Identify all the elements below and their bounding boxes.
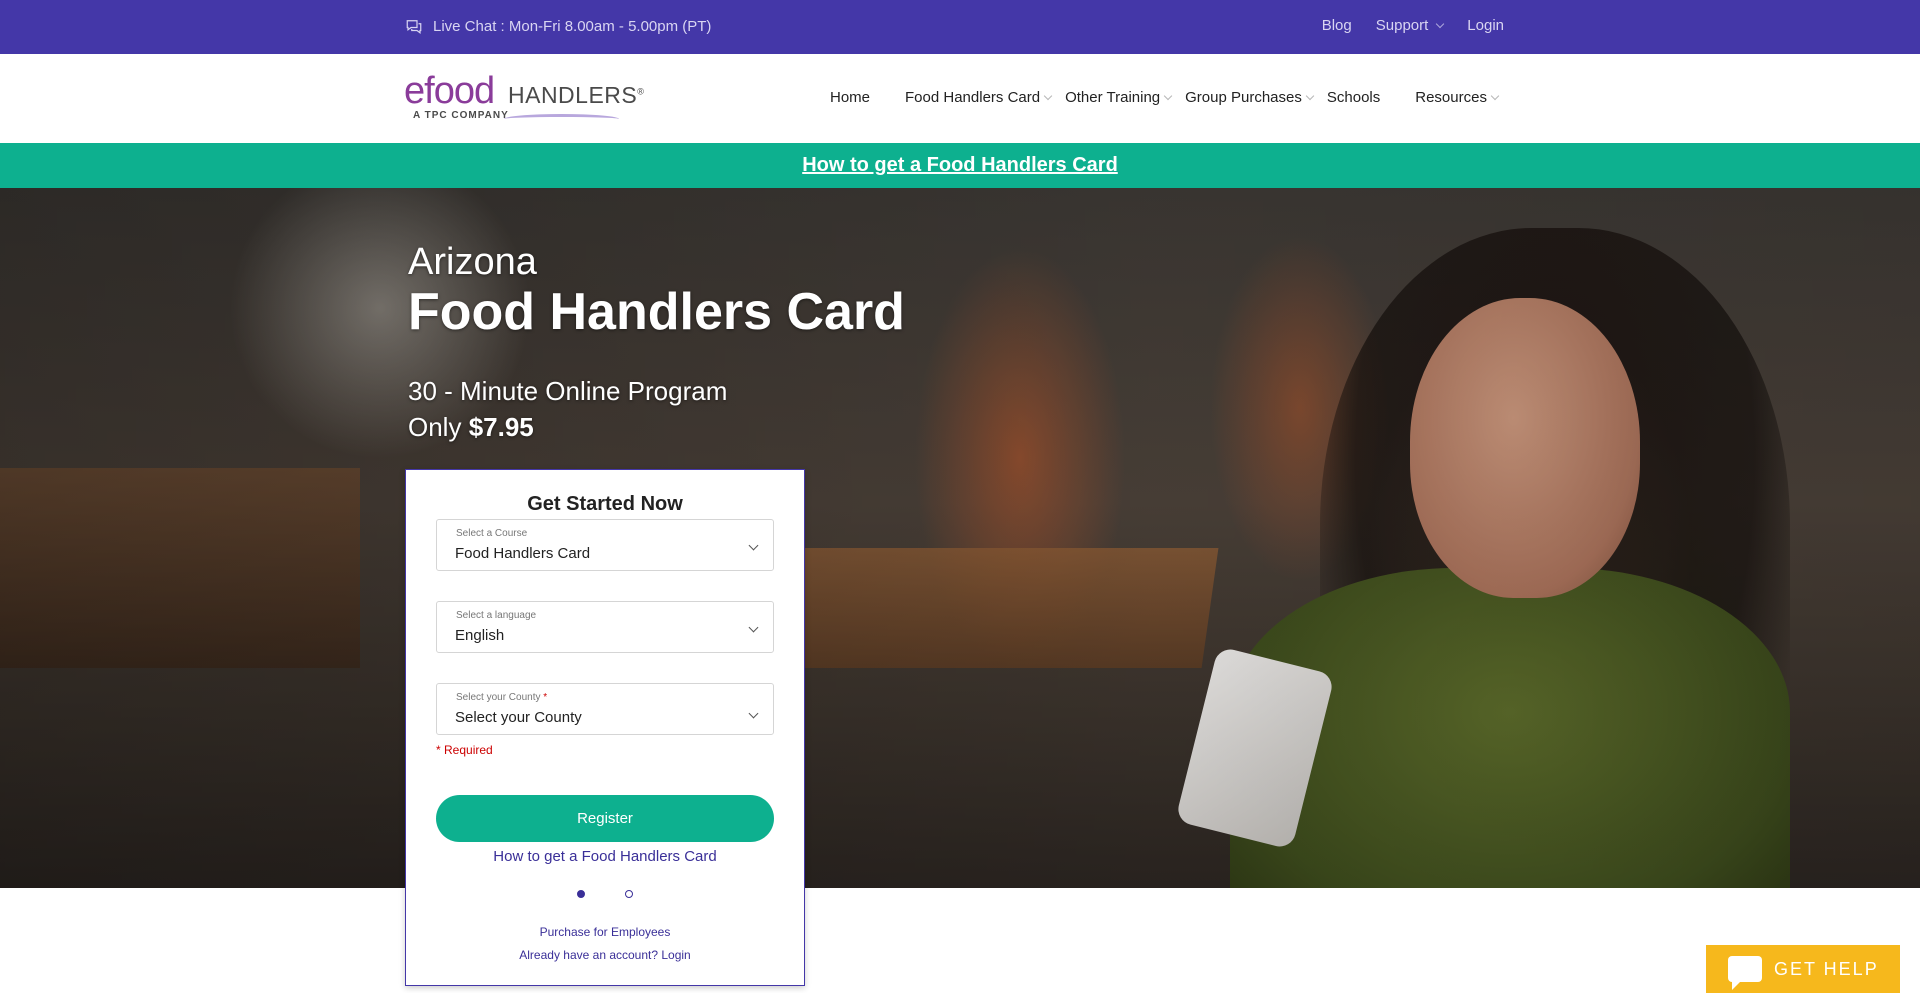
chat-icon	[406, 20, 422, 34]
slide-dot[interactable]	[625, 890, 633, 898]
nav-item-schools[interactable]: Schools	[1327, 89, 1380, 106]
login-link[interactable]: Already have an account? Login	[406, 948, 804, 962]
hero-state: Arizona	[408, 241, 537, 283]
howto-link[interactable]: How to get a Food Handlers Card	[406, 848, 804, 865]
chevron-down-icon	[748, 622, 759, 633]
logo-tagline: A TPC COMPANY	[413, 110, 509, 121]
slide-dots	[406, 890, 804, 898]
nav-item-label: Home	[830, 89, 871, 106]
nav-item-label: Schools	[1326, 89, 1381, 106]
get-help-button[interactable]: GET HELP	[1706, 945, 1900, 993]
course-select[interactable]: Select a Course Food Handlers Card	[436, 519, 774, 571]
county-label-text: Select your County	[456, 692, 541, 703]
slide-dot[interactable]	[577, 890, 585, 898]
support-link[interactable]: Support	[1375, 17, 1445, 34]
hero-text: Arizona Food Handlers Card 30 - Minute O…	[408, 240, 905, 442]
hero-price-line: Only $7.95	[408, 412, 534, 443]
banner-howto-link[interactable]: How to get a Food Handlers Card	[802, 154, 1118, 177]
chevron-down-icon	[1043, 91, 1053, 101]
chevron-down-icon	[748, 708, 759, 719]
support-label: Support	[1375, 17, 1429, 34]
chevron-down-icon	[1436, 19, 1445, 29]
hero-shade	[0, 188, 1920, 888]
chevron-down-icon	[748, 540, 759, 551]
required-star: *	[543, 692, 548, 703]
price-prefix: Only	[408, 412, 469, 442]
county-label: Select your County *	[456, 692, 547, 703]
blog-link[interactable]: Blog	[1322, 17, 1352, 34]
county-value: Select your County	[455, 709, 582, 726]
top-bar: Live Chat : Mon-Fri 8.00am - 5.00pm (PT)…	[0, 0, 1920, 54]
purchase-employees-link[interactable]: Purchase for Employees	[406, 925, 804, 939]
county-select[interactable]: Select your County * Select your County	[436, 683, 774, 735]
nav-item-label: Group Purchases	[1185, 89, 1302, 106]
course-label: Select a Course	[456, 528, 528, 539]
price: $7.95	[468, 412, 534, 442]
nav-item-label: Resources	[1415, 89, 1487, 106]
hero-title: Food Handlers Card	[408, 283, 905, 341]
hero-subtitle: 30 - Minute Online Program	[408, 376, 728, 406]
logo-swoosh	[504, 114, 619, 124]
course-value: Food Handlers Card	[455, 545, 591, 562]
chevron-down-icon	[1490, 91, 1500, 101]
get-help-label: GET HELP	[1774, 958, 1879, 979]
required-note: * Required	[436, 743, 493, 757]
nav-item-other-training[interactable]: Other Training	[1065, 89, 1173, 106]
register-button[interactable]: Register	[436, 795, 774, 842]
logo-handlers-text: HANDLERS	[508, 82, 638, 108]
main-nav: efood HANDLERS® A TPC COMPANY Home Food H…	[0, 54, 1920, 143]
chevron-down-icon	[1163, 91, 1173, 101]
nav-item-resources[interactable]: Resources	[1415, 89, 1500, 106]
live-chat-text: Live Chat : Mon-Fri 8.00am - 5.00pm (PT)	[433, 17, 712, 35]
nav-item-home[interactable]: Home	[830, 89, 870, 106]
live-chat[interactable]: Live Chat : Mon-Fri 8.00am - 5.00pm (PT)	[405, 17, 711, 35]
nav-item-label: Other Training	[1065, 89, 1161, 106]
promo-banner: How to get a Food Handlers Card	[0, 143, 1920, 188]
card-heading: Get Started Now	[527, 493, 683, 515]
login-link[interactable]: Login	[1467, 17, 1504, 34]
logo-registered: ®	[637, 86, 645, 97]
logo-handlers: HANDLERS®	[508, 82, 644, 109]
nav-item-group-purchases[interactable]: Group Purchases	[1185, 89, 1315, 106]
logo-efood: efood	[404, 70, 495, 112]
nav-item-label: Food Handlers Card	[905, 89, 1041, 106]
get-started-card: Get Started Now Select a Course Food Han…	[405, 469, 805, 986]
nav-item-food-handlers-card[interactable]: Food Handlers Card	[905, 89, 1053, 106]
efood-handlers-logo[interactable]: efood HANDLERS® A TPC COMPANY	[404, 70, 644, 124]
hero-image	[0, 188, 1920, 888]
language-label: Select a language	[456, 610, 537, 621]
nav-menu: Home Food Handlers Card Other Training Grou…	[830, 89, 1512, 106]
language-value: English	[455, 627, 505, 644]
chevron-down-icon	[1305, 91, 1315, 101]
language-select[interactable]: Select a language English	[436, 601, 774, 653]
chat-bubble-icon	[1728, 956, 1762, 990]
